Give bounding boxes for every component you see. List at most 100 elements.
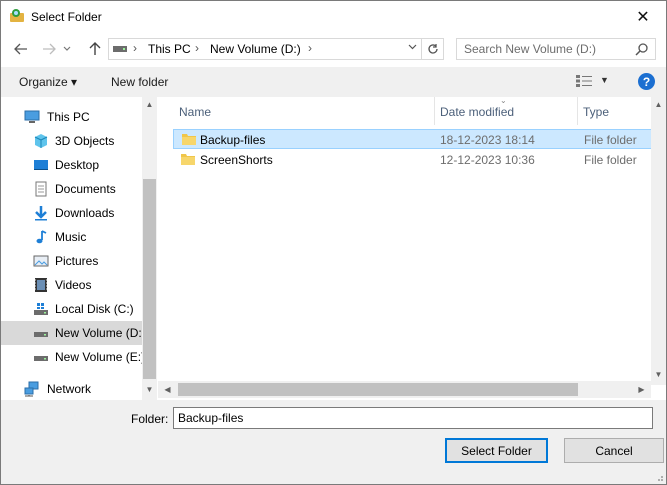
nav-item-3d-objects[interactable]: 3D Objects <box>1 129 142 153</box>
column-header-label: Type <box>583 105 610 119</box>
forward-button[interactable] <box>39 39 59 59</box>
file-date: 12-12-2023 10:36 <box>440 153 535 167</box>
breadcrumb-separator: › <box>195 41 199 55</box>
downloads-icon <box>35 206 47 221</box>
scroll-down-icon[interactable]: ▼ <box>142 382 157 397</box>
file-name: ScreenShorts <box>200 153 273 167</box>
nav-item-network[interactable]: Network <box>1 377 142 400</box>
drive-icon <box>34 303 48 315</box>
back-button[interactable] <box>11 39 31 59</box>
refresh-button[interactable] <box>421 39 443 59</box>
nav-label: Music <box>55 230 87 244</box>
scroll-right-icon[interactable]: ▶ <box>634 382 649 397</box>
breadcrumb-new-volume[interactable]: New Volume (D:) <box>210 42 301 56</box>
column-header-date-modified[interactable]: Date modified <box>434 97 577 125</box>
arrow-right-icon <box>43 43 56 55</box>
title-bar: Select Folder ✕ <box>1 1 666 32</box>
arrow-up-icon <box>89 42 101 55</box>
nav-label: Videos <box>55 278 92 292</box>
window-title: Select Folder <box>31 10 102 24</box>
scroll-left-icon[interactable]: ◀ <box>160 382 175 397</box>
search-placeholder: Search New Volume (D:) <box>464 42 597 56</box>
music-icon <box>36 230 47 244</box>
address-bar[interactable]: › This PC › New Volume (D:) › <box>108 38 444 60</box>
close-button[interactable]: ✕ <box>620 1 666 32</box>
new-folder-button[interactable]: New folder <box>111 75 168 89</box>
select-folder-dialog: Select Folder ✕ › This PC › New Volume (… <box>0 0 667 485</box>
chevron-down-icon <box>408 44 416 50</box>
file-date: 18-12-2023 18:14 <box>440 133 535 147</box>
resize-grip-icon[interactable] <box>654 472 664 482</box>
nav-label: Pictures <box>55 254 99 268</box>
column-header-name[interactable]: Name <box>173 97 434 125</box>
nav-item-local-disk-c[interactable]: Local Disk (C:) <box>1 297 142 321</box>
file-name: Backup-files <box>200 133 266 147</box>
folder-label: Folder: <box>131 412 169 426</box>
breadcrumb-separator: › <box>133 41 137 55</box>
drive-icon <box>34 356 48 361</box>
navigation-pane-scrollbar[interactable]: ▲ ▼ <box>142 97 157 400</box>
scroll-down-icon[interactable]: ▼ <box>651 367 666 382</box>
nav-item-new-volume-e[interactable]: New Volume (E:) <box>1 345 146 369</box>
nav-label: Desktop <box>55 158 100 172</box>
nav-label: New Volume (E:) <box>55 350 146 364</box>
help-icon[interactable]: ? <box>638 73 655 90</box>
cancel-button[interactable]: Cancel <box>564 438 664 463</box>
nav-item-new-volume-d[interactable]: New Volume (D: <box>1 321 142 345</box>
column-header-type[interactable]: Type <box>577 97 651 125</box>
drive-icon <box>113 46 127 52</box>
nav-item-pictures[interactable]: Pictures <box>1 249 142 273</box>
nav-item-videos[interactable]: Videos <box>1 273 142 297</box>
up-button[interactable] <box>85 39 105 59</box>
column-header-label: Name <box>179 105 212 119</box>
refresh-icon <box>427 44 438 54</box>
dialog-footer: Folder: Select Folder Cancel <box>1 400 666 484</box>
network-icon <box>24 381 39 397</box>
nav-item-music[interactable]: Music <box>1 225 142 249</box>
column-header-label: Date modified <box>440 105 515 119</box>
address-dropdown-button[interactable] <box>405 42 419 56</box>
recent-locations-button[interactable] <box>60 39 74 59</box>
select-folder-button[interactable]: Select Folder <box>445 438 548 463</box>
file-row-screenshorts[interactable]: ScreenShorts 12-12-2023 10:36 File folde… <box>173 150 653 170</box>
pictures-icon <box>33 255 49 267</box>
nav-item-this-pc[interactable]: This PC <box>1 105 142 129</box>
arrow-left-icon <box>14 43 27 55</box>
scroll-up-icon[interactable]: ▲ <box>142 97 157 112</box>
file-list-vertical-scrollbar[interactable]: ▲ ▼ <box>651 97 666 385</box>
nav-item-documents[interactable]: Documents <box>1 177 142 201</box>
navigation-pane: This PC 3D Objects Desktop Documents Dow… <box>1 97 157 400</box>
nav-label: Network <box>47 382 92 396</box>
nav-item-desktop[interactable]: Desktop <box>1 153 142 177</box>
file-list-pane: Name ⌄ Date modified Type Backup-files 1… <box>158 97 666 400</box>
view-dropdown-icon[interactable]: ▼ <box>600 75 609 85</box>
nav-label: Local Disk (C:) <box>55 302 134 316</box>
file-type: File folder <box>584 133 637 147</box>
drive-icon <box>34 332 48 337</box>
nav-label: Downloads <box>55 206 115 220</box>
organize-menu[interactable]: Organize ▾ <box>19 75 77 89</box>
breadcrumb-separator: › <box>308 41 312 55</box>
file-list-horizontal-scrollbar[interactable]: ◀ ▶ <box>158 381 651 398</box>
scrollbar-thumb[interactable] <box>143 179 156 379</box>
search-input[interactable]: Search New Volume (D:) <box>456 38 656 60</box>
command-bar: Organize ▾ New folder ▼ ? <box>1 67 666 97</box>
folder-icon <box>181 154 195 165</box>
close-icon: ✕ <box>636 8 650 26</box>
search-icon <box>635 43 648 56</box>
file-type: File folder <box>584 153 637 167</box>
scrollbar-thumb[interactable] <box>178 383 578 396</box>
pc-icon <box>24 110 40 123</box>
file-row-backup-files[interactable]: Backup-files 18-12-2023 18:14 File folde… <box>173 129 653 149</box>
nav-item-downloads[interactable]: Downloads <box>1 201 142 225</box>
breadcrumb-this-pc[interactable]: This PC <box>148 42 191 56</box>
videos-icon <box>35 278 47 292</box>
scroll-up-icon[interactable]: ▲ <box>651 97 666 112</box>
app-icon <box>10 9 24 22</box>
view-options-icon[interactable] <box>575 74 593 88</box>
folder-icon <box>182 134 196 145</box>
nav-label: 3D Objects <box>55 134 115 148</box>
nav-label: New Volume (D: <box>55 326 142 340</box>
documents-icon <box>35 181 47 197</box>
folder-name-input[interactable] <box>173 407 653 429</box>
